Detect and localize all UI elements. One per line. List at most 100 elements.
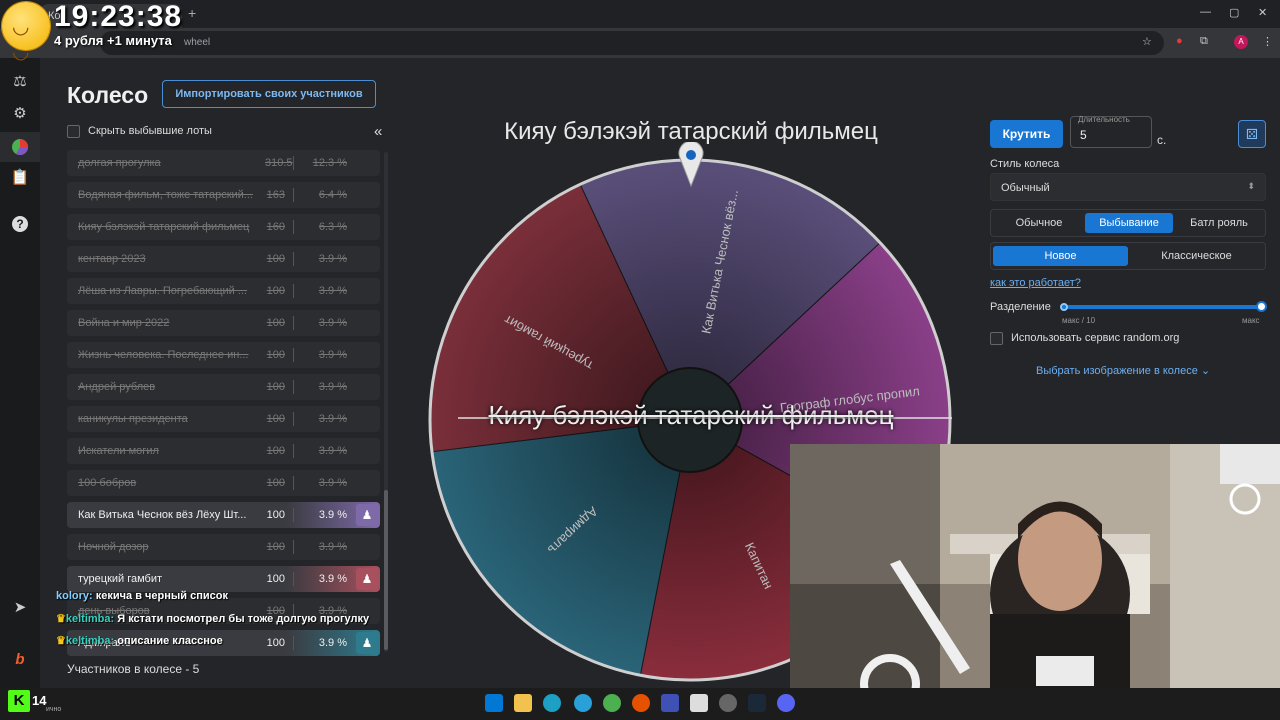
bookmark-star-icon[interactable]: ☆ (1142, 35, 1152, 48)
lot-name: каникулы президента (78, 413, 188, 425)
wheel-style-select[interactable]: Обычный ⬍ (990, 173, 1266, 201)
lot-row[interactable]: Искатели могил 100 3.9 % (67, 438, 380, 464)
new-tab-button[interactable]: + (188, 5, 196, 21)
lot-row[interactable]: Война и мир 2022 100 3.9 % (67, 310, 380, 336)
menu-kebab-icon[interactable]: ⋮ (1262, 35, 1273, 48)
chat-message: kolory: кекича в черный список (56, 590, 228, 602)
random-org-checkbox[interactable] (990, 332, 1003, 345)
lot-row[interactable]: Водяная фильм, тоже татарский... 163 6.4 % (67, 182, 380, 208)
tab-mode-elimination[interactable]: Выбывание (1085, 213, 1173, 233)
crown-icon: ♛ (56, 613, 66, 625)
app-settings-icon[interactable] (719, 694, 737, 712)
tab-mode-normal[interactable]: Обычное (994, 213, 1084, 233)
lot-amount: 100 (266, 381, 285, 393)
file-explorer-icon[interactable] (514, 694, 532, 712)
close-icon[interactable]: ✕ (1258, 6, 1267, 19)
chat-user: keltimba: (65, 613, 115, 625)
chrome-icon[interactable] (603, 694, 621, 712)
split-slider-thumb[interactable] (1256, 301, 1267, 312)
lot-row[interactable]: турецкий гамбит 100 3.9 % ♟ (67, 566, 380, 592)
lot-divider (293, 508, 294, 522)
tab-variant-classic[interactable]: Классическое (1129, 246, 1264, 266)
gavel-icon[interactable]: ⚖ (10, 72, 30, 92)
lot-amount: 100 (266, 637, 285, 649)
left-nav: ⚖ ⚙ 📋 ? ➤ b (0, 58, 40, 688)
profile-avatar[interactable]: A (1234, 35, 1248, 49)
spin-button[interactable]: Крутить (990, 120, 1063, 148)
lot-divider (293, 540, 294, 554)
lot-row[interactable]: Как Витька Чеснок вёз Лёху Шт... 100 3.9 %… (67, 502, 380, 528)
telegram-icon[interactable]: ➤ (10, 598, 30, 618)
steam-icon[interactable] (748, 694, 766, 712)
lot-divider (293, 412, 294, 426)
remove-lot-icon[interactable]: ♟ (356, 632, 378, 654)
lot-divider (293, 444, 294, 458)
address-bar-row: wheel ☆ ● ⧉ A ⋮ (0, 28, 1280, 58)
lot-amount: 310.5 (265, 157, 293, 169)
lot-row[interactable]: Жизнь человека. Последнее ин... 100 3.9 % (67, 342, 380, 368)
obs-icon[interactable] (632, 694, 650, 712)
split-slider-track[interactable] (1062, 305, 1262, 309)
boosty-icon[interactable]: b (10, 650, 30, 670)
gear-icon[interactable]: ⚙ (10, 104, 30, 124)
lot-row[interactable]: кентавр 2023 100 3.9 % (67, 246, 380, 272)
collapse-panel-button[interactable]: « (374, 123, 382, 140)
discord-icon[interactable] (777, 694, 795, 712)
lot-row[interactable]: Лёша из Лавры. Погребающий ... 100 3.9 % (67, 278, 380, 304)
lot-percent: 3.9 % (318, 445, 347, 457)
telegram-taskbar-icon[interactable] (574, 694, 592, 712)
crown-icon: ♛ (56, 635, 66, 647)
split-max-label: макс (1242, 316, 1260, 325)
lot-percent: 3.9 % (318, 253, 347, 265)
choose-image-button[interactable]: Выбрать изображение в колесе ⌄ (1036, 364, 1210, 377)
duration-label: Длительность (1078, 115, 1130, 124)
windows-start-icon[interactable] (485, 694, 503, 712)
tab-variant-new[interactable]: Новое (993, 246, 1128, 266)
lot-divider (293, 156, 294, 170)
chat-text: описание классное (117, 635, 223, 647)
lot-amount: 100 (266, 253, 285, 265)
lot-amount: 100 (266, 317, 285, 329)
lot-name: Война и мир 2022 (78, 317, 170, 329)
lot-row[interactable]: каникулы президента 100 3.9 % (67, 406, 380, 432)
pie-chart-icon[interactable] (0, 132, 40, 162)
lots-scrollbar-thumb[interactable] (384, 490, 388, 650)
lot-row[interactable]: Андрей рублев 100 3.9 % (67, 374, 380, 400)
lot-name: Андрей рублев (78, 381, 156, 393)
address-input[interactable]: wheel (100, 31, 1164, 55)
chart-app-icon[interactable] (661, 694, 679, 712)
app-icon[interactable] (690, 694, 708, 712)
minimize-icon[interactable]: — (1200, 6, 1211, 18)
choose-image-label: Выбрать изображение в колесе (1036, 365, 1198, 377)
edge-icon[interactable] (543, 694, 561, 712)
webcam-feed (790, 444, 1280, 710)
lot-row[interactable]: Ночной дозор 100 3.9 % (67, 534, 380, 560)
hide-dropped-checkbox[interactable] (67, 125, 80, 138)
extension-icon[interactable]: ● (1176, 35, 1183, 47)
clipboard-icon[interactable]: 📋 (10, 168, 30, 188)
lot-amount: 100 (266, 477, 285, 489)
lot-divider (293, 476, 294, 490)
lot-percent: 3.9 % (318, 637, 347, 649)
lot-row[interactable]: 100 бобров 100 3.9 % (67, 470, 380, 496)
kick-logo-icon: K (8, 690, 30, 712)
page-title: Колесо (67, 82, 149, 108)
dice-icon[interactable]: ⚄ (1238, 120, 1266, 148)
how-it-works-link[interactable]: как это работает? (990, 277, 1081, 289)
chat-user: keltimba: (65, 635, 115, 647)
import-participants-button[interactable]: Импортировать своих участников (162, 80, 376, 108)
lot-amount: 160 (266, 221, 285, 233)
lot-row[interactable]: долгая прогулка 310.5 12.3 % (67, 150, 380, 176)
maximize-icon[interactable]: ▢ (1229, 6, 1239, 19)
winner-overlay-text: Кияу бэлэкэй татарский фильмец (488, 400, 894, 430)
lot-row[interactable]: Кияу бэлэкэй татарский фильмец 160 6.3 % (67, 214, 380, 240)
duration-unit: с. (1157, 133, 1167, 147)
lot-name: Лёша из Лавры. Погребающий ... (78, 285, 248, 297)
remove-lot-icon[interactable]: ♟ (356, 504, 378, 526)
puzzle-icon[interactable]: ⧉ (1200, 35, 1208, 48)
tab-mode-battle-royale[interactable]: Батл рояль (1175, 213, 1263, 233)
remove-lot-icon[interactable]: ♟ (356, 568, 378, 590)
help-icon[interactable]: ? (10, 214, 30, 234)
select-arrows-icon: ⬍ (1247, 181, 1255, 191)
lot-percent: 6.3 % (318, 221, 347, 233)
